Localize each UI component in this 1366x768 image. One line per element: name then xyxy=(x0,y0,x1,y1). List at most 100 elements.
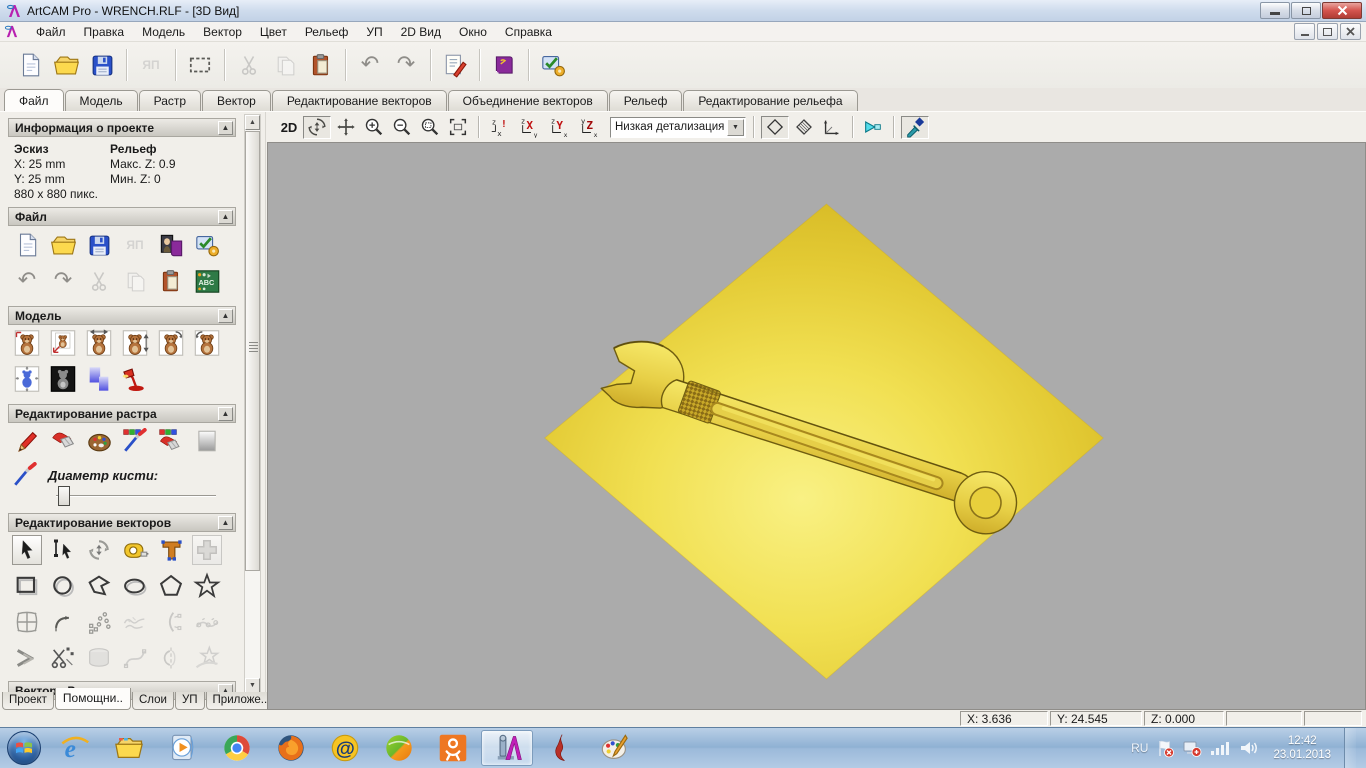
open-button[interactable] xyxy=(48,47,84,83)
panel-redo-button[interactable]: ↷ xyxy=(48,266,78,296)
panel-scrollbar[interactable]: ▲ ▼ xyxy=(244,114,261,694)
smooth-relief-button[interactable] xyxy=(84,364,114,394)
measure-button[interactable] xyxy=(120,535,150,565)
set-position-button[interactable] xyxy=(48,328,78,358)
menu-help[interactable]: Справка xyxy=(496,23,561,41)
scroll-up-button[interactable]: ▲ xyxy=(245,115,260,130)
panel-open-button[interactable] xyxy=(48,230,78,260)
panel-undo-button[interactable]: ↶ xyxy=(12,266,42,296)
transform-vectors-button[interactable] xyxy=(84,535,114,565)
section-raster-editing[interactable]: Редактирование растра ▲ xyxy=(8,404,236,423)
draw-shaded-plane-button[interactable] xyxy=(791,116,817,139)
new-model-button[interactable] xyxy=(12,47,48,83)
invert-relief-button[interactable] xyxy=(48,364,78,394)
taskbar-clock[interactable]: 12:42 23.01.2013 xyxy=(1267,734,1331,762)
flip-model-button[interactable] xyxy=(120,328,150,358)
language-indicator[interactable]: RU xyxy=(1131,741,1148,755)
menu-relief[interactable]: Рельеф xyxy=(296,23,358,41)
paste-along-curve-button[interactable] xyxy=(84,607,114,637)
view-along-x-button[interactable]: zXy xyxy=(516,116,544,139)
bottom-tab-project[interactable]: Проект xyxy=(2,692,54,710)
paste-button[interactable] xyxy=(303,47,339,83)
bottom-tab-assistant[interactable]: Помощни.. xyxy=(54,688,131,710)
start-button[interactable] xyxy=(4,729,44,767)
section-project-info[interactable]: Информация о проекте ▲ xyxy=(8,118,236,137)
draw-plane-button[interactable] xyxy=(761,115,789,139)
tab-file[interactable]: Файл xyxy=(4,89,64,111)
select-vectors-button[interactable] xyxy=(12,535,42,565)
draw-pencil-button[interactable] xyxy=(12,426,42,456)
menu-file[interactable]: Файл xyxy=(27,23,75,41)
rotate-model-cw-button[interactable] xyxy=(192,328,222,358)
pan-view-button[interactable] xyxy=(333,116,359,139)
toolpath-simulation-button[interactable] xyxy=(860,116,886,139)
taskbar-chrome[interactable] xyxy=(211,730,263,766)
resize-relief-button[interactable] xyxy=(12,364,42,394)
tab-raster[interactable]: Растр xyxy=(138,90,202,111)
action-center-flag-icon[interactable] xyxy=(1155,738,1175,758)
zoom-out-button[interactable] xyxy=(389,116,415,139)
panel-paste-button[interactable] xyxy=(156,266,186,296)
zoom-in-button[interactable] xyxy=(361,116,387,139)
view-along-y-button[interactable]: zYx xyxy=(546,116,574,139)
section-model[interactable]: Модель ▲ xyxy=(8,306,236,325)
3d-view-canvas[interactable] xyxy=(267,142,1366,710)
save-button[interactable] xyxy=(84,47,120,83)
section-file[interactable]: Файл ▲ xyxy=(8,207,236,226)
taskbar-firefox[interactable] xyxy=(265,730,317,766)
network-signal-icon[interactable] xyxy=(1209,738,1231,758)
distort-vectors-button[interactable] xyxy=(12,607,42,637)
collapse-button[interactable]: ▲ xyxy=(218,308,233,323)
set-model-size-button[interactable] xyxy=(12,328,42,358)
close-button[interactable] xyxy=(1322,2,1362,19)
node-editing-button[interactable] xyxy=(48,535,78,565)
create-polygon-button[interactable] xyxy=(156,571,186,601)
menu-window[interactable]: Окно xyxy=(450,23,496,41)
mdi-minimize-button[interactable] xyxy=(1294,23,1315,40)
section-vector-editing[interactable]: Редактирование векторов ▲ xyxy=(8,513,236,532)
mirror-model-button[interactable] xyxy=(84,328,114,358)
collapse-button[interactable]: ▲ xyxy=(218,120,233,135)
paint-brush-button[interactable] xyxy=(120,426,150,456)
menu-model[interactable]: Модель xyxy=(133,23,194,41)
toggle-2d-view-button[interactable]: 2D xyxy=(277,116,301,139)
collapse-button[interactable]: ▲ xyxy=(218,515,233,530)
menu-toolpaths[interactable]: УП xyxy=(357,23,391,41)
fillet-button[interactable] xyxy=(48,607,78,637)
bottom-tab-layers[interactable]: Слои xyxy=(131,692,174,710)
rotate-view-button[interactable] xyxy=(303,115,331,139)
flood-fill-colour-button[interactable] xyxy=(156,426,186,456)
taskbar-explorer[interactable] xyxy=(103,730,155,766)
mdi-close-button[interactable] xyxy=(1340,23,1361,40)
panel-new-button[interactable] xyxy=(12,230,42,260)
draw-origin-button[interactable] xyxy=(819,116,845,139)
minimize-button[interactable] xyxy=(1260,2,1290,19)
notes-button[interactable] xyxy=(437,47,473,83)
brush-diameter-slider[interactable] xyxy=(56,486,216,506)
panel-save-button[interactable] xyxy=(84,230,114,260)
cut-vector-button[interactable] xyxy=(48,643,78,673)
taskbar-odnoklassniki[interactable] xyxy=(427,730,479,766)
zoom-box-button[interactable] xyxy=(417,116,443,139)
redo-button[interactable]: ↷ xyxy=(388,47,424,83)
isometric-view-button[interactable]: z x! xyxy=(486,116,514,139)
slider-track[interactable] xyxy=(56,495,216,497)
device-eject-icon[interactable] xyxy=(1182,738,1202,758)
collapse-button[interactable]: ▲ xyxy=(218,209,233,224)
slider-handle[interactable] xyxy=(58,486,70,506)
taskbar-mail[interactable]: @ xyxy=(319,730,371,766)
taskbar-artcam[interactable] xyxy=(481,730,533,766)
create-star-button[interactable] xyxy=(192,571,222,601)
bottom-tab-toolpaths[interactable]: УП xyxy=(174,692,205,710)
restore-button[interactable] xyxy=(1291,2,1321,19)
tab-relief[interactable]: Рельеф xyxy=(608,90,683,111)
tab-vector-editing[interactable]: Редактирование векторов xyxy=(271,90,447,111)
options-button[interactable] xyxy=(535,47,571,83)
tab-model[interactable]: Модель xyxy=(64,90,138,111)
create-ellipse-button[interactable] xyxy=(120,571,150,601)
panel-examples-button[interactable] xyxy=(156,230,186,260)
show-desktop-button[interactable] xyxy=(1344,727,1356,768)
flood-fill-button[interactable] xyxy=(48,426,78,456)
tab-vector[interactable]: Вектор xyxy=(202,90,271,111)
tab-relief-editing[interactable]: Редактирование рельефа xyxy=(683,90,858,111)
